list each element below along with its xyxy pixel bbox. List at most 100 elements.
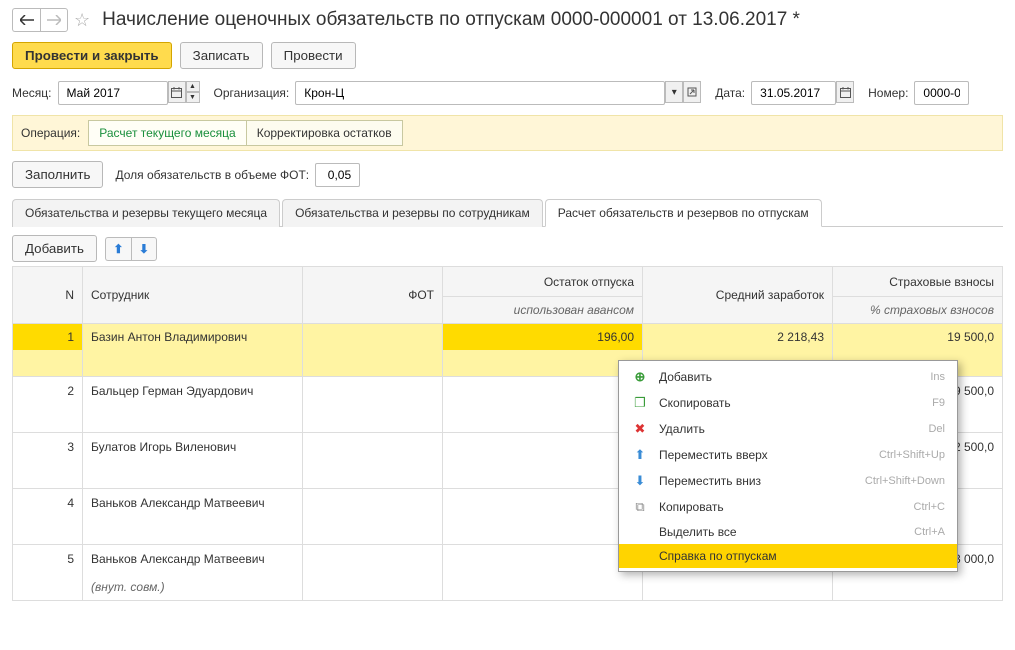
context-menu-item[interactable]: ⧉КопироватьCtrl+C: [619, 494, 957, 520]
date-input[interactable]: [758, 85, 829, 101]
table-cell[interactable]: [443, 574, 643, 601]
move-up-button[interactable]: ⬆: [105, 237, 131, 261]
table-cell[interactable]: [13, 518, 83, 544]
table-cell[interactable]: [303, 462, 443, 488]
col-header-avg-salary[interactable]: Средний заработок: [643, 267, 833, 324]
col-header-fot[interactable]: ФОТ: [303, 267, 443, 324]
post-button[interactable]: Провести: [271, 42, 356, 69]
table-cell[interactable]: [833, 574, 1003, 601]
down-icon: ⬇: [631, 473, 649, 489]
table-cell[interactable]: [303, 406, 443, 432]
number-field[interactable]: [914, 81, 969, 105]
table-cell[interactable]: [303, 574, 443, 601]
tab-current-month[interactable]: Обязательства и резервы текущего месяца: [12, 199, 280, 227]
table-cell[interactable]: [83, 462, 303, 488]
table-cell[interactable]: Бальцер Герман Эдуардович: [83, 376, 303, 406]
operation-current-month[interactable]: Расчет текущего месяца: [88, 120, 245, 146]
month-field[interactable]: [58, 81, 168, 105]
context-menu-item[interactable]: ⬇ Переместить вниз Ctrl+Shift+Down: [619, 468, 957, 494]
table-cell[interactable]: [443, 406, 643, 432]
table-cell[interactable]: [443, 462, 643, 488]
context-menu-item[interactable]: ✖УдалитьDel: [619, 416, 957, 442]
table-cell[interactable]: [303, 376, 443, 406]
org-field[interactable]: [295, 81, 665, 105]
table-row[interactable]: 1Базин Антон Владимирович 196,002 218,431…: [13, 324, 1003, 351]
add-row-button[interactable]: Добавить: [12, 235, 97, 262]
favorite-star-icon[interactable]: ☆: [74, 10, 90, 31]
operation-correct-balances[interactable]: Корректировка остатков: [246, 120, 403, 146]
org-open-button[interactable]: [683, 81, 701, 103]
share-field[interactable]: [315, 163, 360, 187]
org-dropdown-button[interactable]: ▾: [665, 81, 683, 103]
context-menu-item[interactable]: ⊕ДобавитьIns: [619, 364, 957, 390]
col-header-n[interactable]: N: [13, 267, 83, 324]
table-cell[interactable]: [443, 432, 643, 462]
context-menu-label: Выделить все: [659, 525, 904, 539]
table-cell[interactable]: Ваньков Александр Матвеевич: [83, 544, 303, 574]
table-cell[interactable]: [13, 574, 83, 601]
context-menu-item[interactable]: ⬆Переместить вверхCtrl+Shift+Up: [619, 442, 957, 468]
table-cell[interactable]: [303, 488, 443, 518]
context-menu-shortcut: Ctrl+C: [914, 501, 945, 513]
org-input[interactable]: [302, 85, 658, 101]
context-menu-label: Переместить вниз: [659, 474, 855, 488]
operation-label: Операция:: [21, 126, 80, 140]
tab-vacation-calc[interactable]: Расчет обязательств и резервов по отпуск…: [545, 199, 822, 227]
tab-by-employees[interactable]: Обязательства и резервы по сотрудникам: [282, 199, 543, 227]
copy-icon: ❐: [631, 395, 649, 411]
table-cell[interactable]: Базин Антон Владимирович: [83, 324, 303, 351]
table-cell[interactable]: [13, 406, 83, 432]
number-input[interactable]: [921, 85, 962, 101]
table-cell[interactable]: [303, 350, 443, 376]
table-cell[interactable]: 4: [13, 488, 83, 518]
table-cell[interactable]: [13, 350, 83, 376]
context-menu-item[interactable]: Выделить всеCtrl+A: [619, 520, 957, 544]
table-cell[interactable]: [443, 350, 643, 376]
col-header-insurance[interactable]: Страховые взносы: [833, 267, 1003, 297]
nav-forward-button[interactable]: [40, 8, 68, 32]
table-cell[interactable]: [83, 406, 303, 432]
table-cell[interactable]: [13, 462, 83, 488]
date-calendar-button[interactable]: [836, 81, 854, 103]
table-cell[interactable]: [83, 518, 303, 544]
context-menu-shortcut: Ins: [930, 371, 945, 383]
table-cell[interactable]: 3: [13, 432, 83, 462]
table-cell[interactable]: [83, 350, 303, 376]
table-cell[interactable]: Булатов Игорь Виленович: [83, 432, 303, 462]
share-input[interactable]: [322, 167, 353, 183]
nav-back-button[interactable]: [12, 8, 40, 32]
context-menu-item[interactable]: ❐СкопироватьF9: [619, 390, 957, 416]
fill-button[interactable]: Заполнить: [12, 161, 103, 188]
save-button[interactable]: Записать: [180, 42, 263, 69]
context-menu-item[interactable]: Справка по отпускам: [619, 544, 957, 568]
table-cell[interactable]: [443, 488, 643, 518]
col-header-vacation-balance[interactable]: Остаток отпуска: [443, 267, 643, 297]
table-cell[interactable]: 19 500,0: [833, 324, 1003, 351]
table-cell[interactable]: [443, 544, 643, 574]
table-cell[interactable]: Ваньков Александр Матвеевич: [83, 488, 303, 518]
table-cell[interactable]: 2: [13, 376, 83, 406]
table-cell[interactable]: 196,00: [443, 324, 643, 351]
context-menu-shortcut: Ctrl+Shift+Down: [865, 475, 945, 487]
table-subrow[interactable]: (внут. совм.): [13, 574, 1003, 601]
context-menu-shortcut: F9: [932, 397, 945, 409]
table-cell[interactable]: 1: [13, 324, 83, 351]
move-down-button[interactable]: ⬇: [131, 237, 157, 261]
table-cell[interactable]: [643, 574, 833, 601]
col-header-employee[interactable]: Сотрудник: [83, 267, 303, 324]
date-field[interactable]: [751, 81, 836, 105]
table-cell[interactable]: [303, 324, 443, 351]
table-cell[interactable]: [443, 518, 643, 544]
table-cell[interactable]: 2 218,43: [643, 324, 833, 351]
month-input[interactable]: [65, 85, 161, 101]
month-calendar-button[interactable]: [168, 81, 186, 103]
table-cell[interactable]: 5: [13, 544, 83, 574]
table-cell[interactable]: [303, 518, 443, 544]
table-cell[interactable]: 1: [443, 376, 643, 406]
table-cell[interactable]: (внут. совм.): [83, 574, 303, 601]
month-down-button[interactable]: ▼: [186, 92, 200, 103]
table-cell[interactable]: [303, 432, 443, 462]
month-up-button[interactable]: ▲: [186, 81, 200, 92]
table-cell[interactable]: [303, 544, 443, 574]
post-and-close-button[interactable]: Провести и закрыть: [12, 42, 172, 69]
